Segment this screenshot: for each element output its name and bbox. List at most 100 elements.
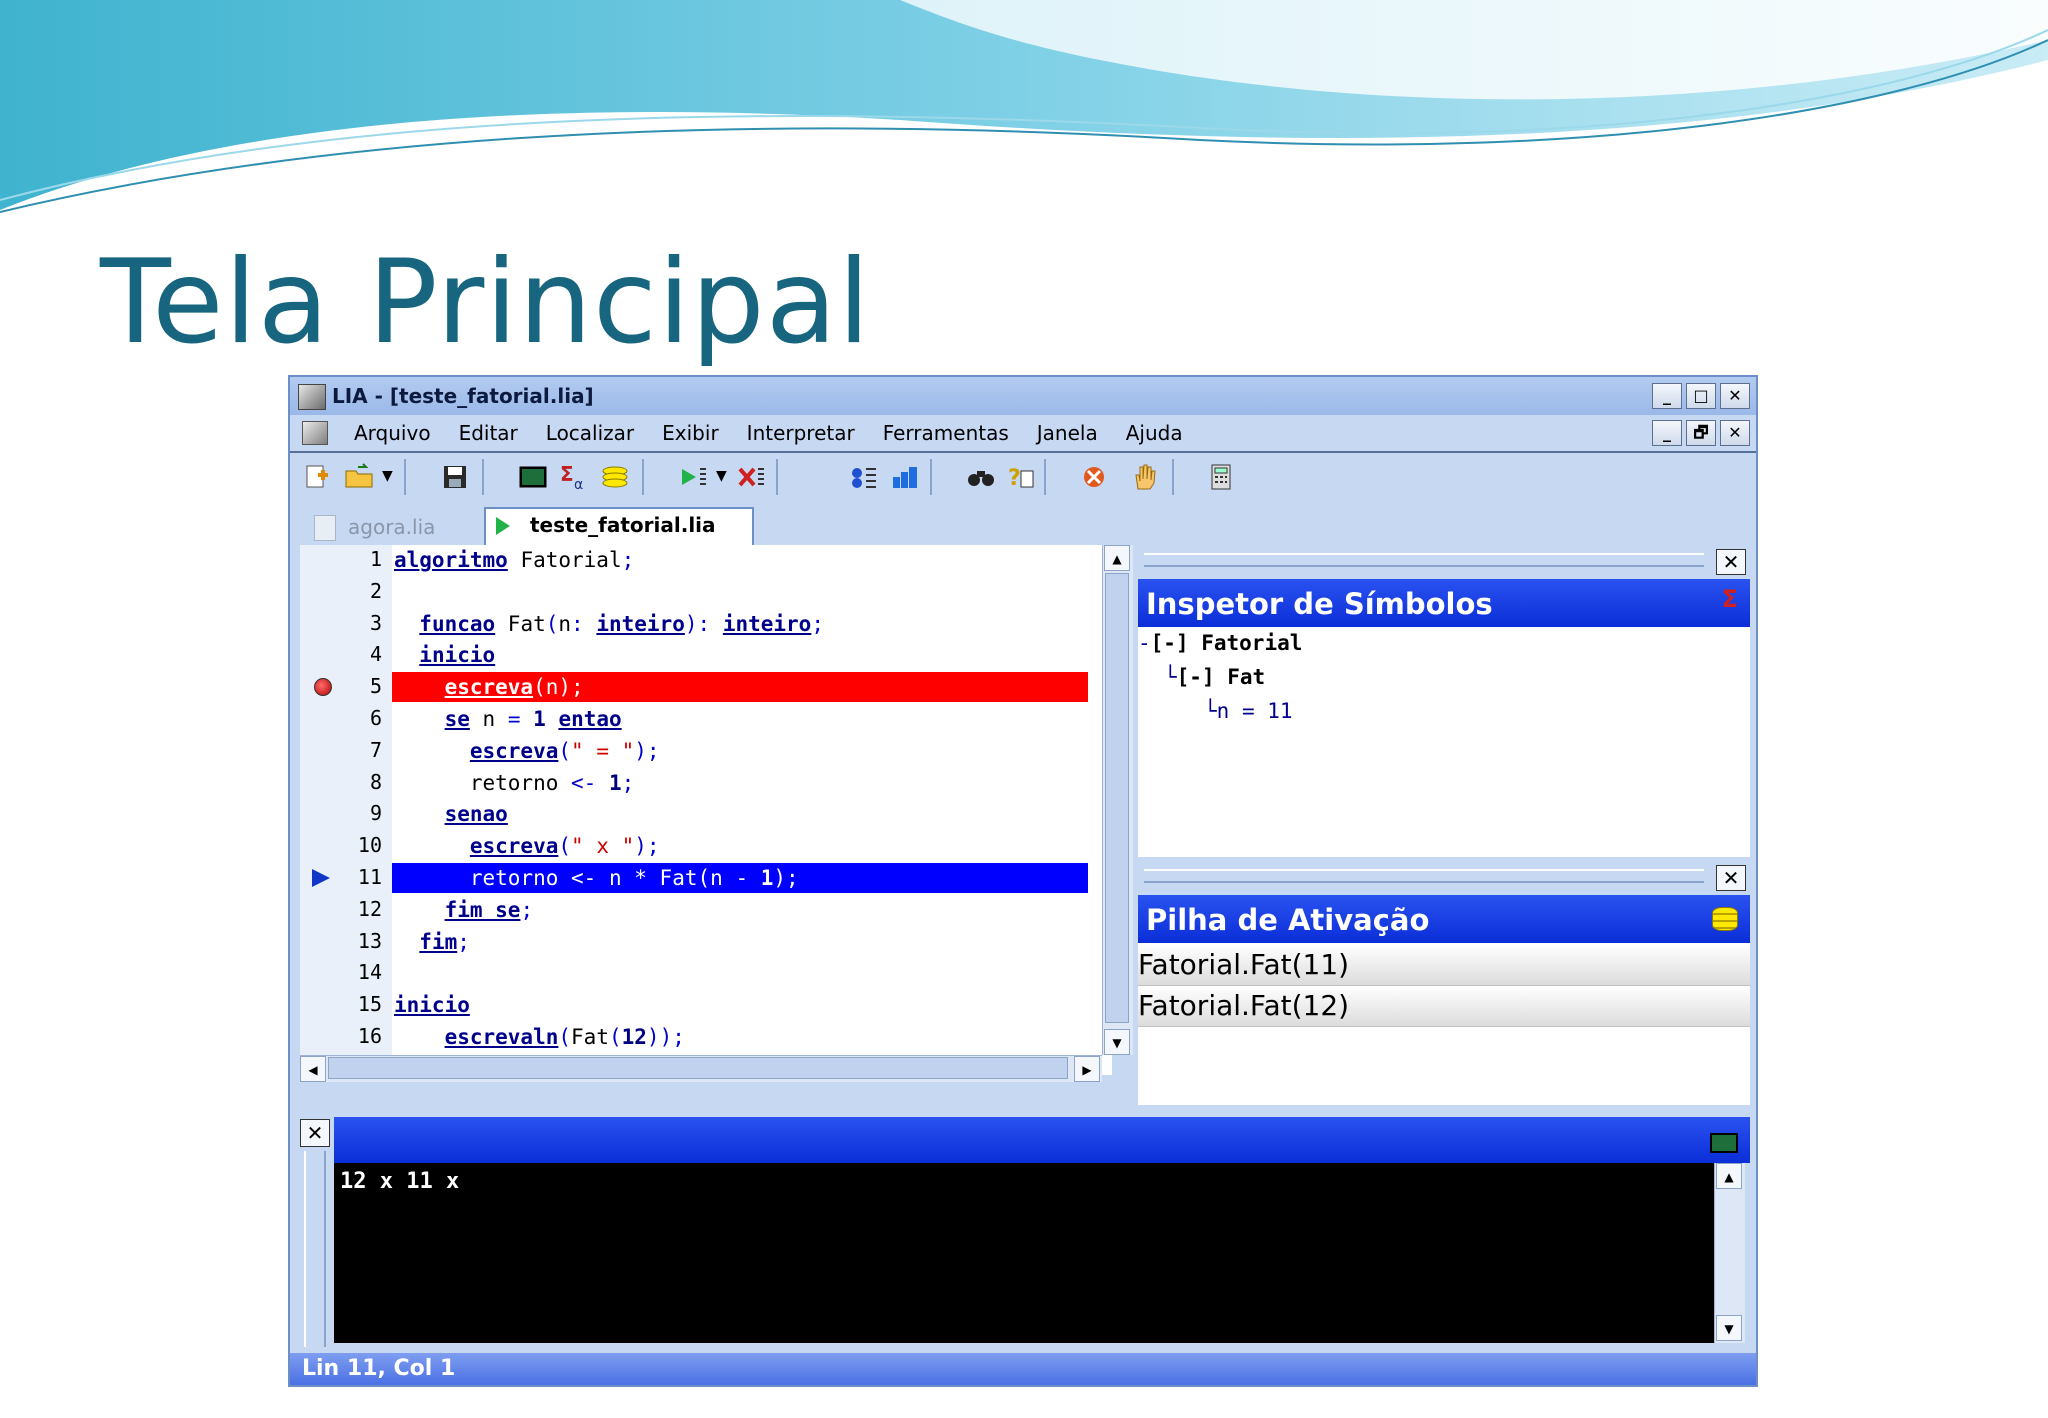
editor-horizontal-scrollbar[interactable]: ◀ ▶: [300, 1055, 1102, 1082]
code-line[interactable]: 4 inicio: [300, 640, 1092, 672]
code-editor[interactable]: 1 algoritmo Fatorial; 2 3 funcao Fat(n: int…: [300, 545, 1133, 1082]
line-number: 9: [369, 801, 382, 826]
code-line[interactable]: 5 escreva(n);: [300, 672, 1092, 704]
code-line[interactable]: 13 fim;: [300, 927, 1092, 959]
document-restore-button[interactable]: 🗗: [1686, 420, 1716, 446]
code-line[interactable]: 15 inicio: [300, 990, 1092, 1022]
code-line[interactable]: 7 escreva(" = ");: [300, 736, 1092, 768]
menu-items: Arquivo Editar Localizar Exibir Interpre…: [354, 421, 1211, 445]
code-text[interactable]: fim;: [392, 927, 1088, 957]
code-text[interactable]: algoritmo Fatorial;: [392, 545, 1088, 575]
code-text[interactable]: se n = 1 entao: [392, 704, 1088, 734]
code-line[interactable]: 11 retorno <- n * Fat(n - 1);: [300, 863, 1092, 895]
editor-vertical-scrollbar[interactable]: ▲ ▼: [1102, 545, 1133, 1055]
run-icon[interactable]: [678, 463, 708, 491]
console-vertical-scrollbar[interactable]: ▲ ▼: [1714, 1163, 1745, 1343]
menu-arquivo[interactable]: Arquivo: [354, 421, 431, 445]
code-line[interactable]: 16 escrevaln(Fat(12));: [300, 1022, 1092, 1054]
minimize-button[interactable]: _: [1652, 383, 1682, 409]
symbol-inspector-icon[interactable]: Σα: [558, 463, 588, 491]
document-close-button[interactable]: ✕: [1720, 420, 1750, 446]
line-number: 13: [357, 928, 382, 953]
code-text[interactable]: [392, 958, 1088, 988]
code-text[interactable]: [392, 577, 1088, 607]
maximize-button[interactable]: □: [1686, 383, 1716, 409]
scroll-thumb[interactable]: [1105, 573, 1129, 1023]
menu-exibir[interactable]: Exibir: [662, 421, 719, 445]
code-text[interactable]: retorno <- 1;: [392, 768, 1088, 798]
line-number: 2: [369, 578, 382, 603]
panel-grip[interactable]: ✕: [1138, 545, 1750, 579]
code-line[interactable]: 12 fim se;: [300, 895, 1092, 927]
code-line[interactable]: 10 escreva(" x ");: [300, 831, 1092, 863]
stack-frame[interactable]: Fatorial.Fat(12): [1138, 986, 1750, 1027]
scroll-thumb[interactable]: [328, 1057, 1068, 1079]
run-dropdown-icon[interactable]: ▼: [716, 468, 727, 484]
code-line[interactable]: 3 funcao Fat(n: inteiro): inteiro;: [300, 609, 1092, 641]
console-grip[interactable]: [304, 1151, 326, 1347]
tree-node-fatorial[interactable]: -[-] Fatorial: [1138, 631, 1302, 655]
stack-frame[interactable]: Fatorial.Fat(11): [1138, 945, 1750, 986]
menu-ferramentas[interactable]: Ferramentas: [883, 421, 1009, 445]
step-icon[interactable]: [848, 463, 878, 491]
close-icon[interactable]: ✕: [300, 1119, 330, 1147]
code-text[interactable]: escrevaln(Fat(12));: [392, 1022, 1088, 1052]
code-line[interactable]: 1 algoritmo Fatorial;: [300, 545, 1092, 577]
help-cursor-icon[interactable]: ?: [1006, 463, 1036, 491]
line-number: 16: [357, 1024, 382, 1048]
menu-janela[interactable]: Janela: [1037, 421, 1098, 445]
tree-node-fat[interactable]: └[-] Fat: [1164, 665, 1265, 689]
toolbar: ▼ Σα ▼ ?: [290, 451, 1756, 505]
activation-stack-icon[interactable]: [600, 463, 630, 491]
code-line[interactable]: 6 se n = 1 entao: [300, 704, 1092, 736]
code-text[interactable]: inicio: [392, 640, 1088, 670]
tab-teste-fatorial-lia[interactable]: teste_fatorial.lia: [484, 507, 754, 545]
close-button[interactable]: ✕: [1720, 383, 1750, 409]
scroll-down-icon[interactable]: ▼: [1716, 1315, 1742, 1341]
code-text[interactable]: escreva(" x ");: [392, 831, 1088, 861]
code-line[interactable]: 14: [300, 958, 1092, 990]
code-line[interactable]: 2: [300, 577, 1092, 609]
code-text[interactable]: retorno <- n * Fat(n - 1);: [392, 863, 1088, 893]
code-text[interactable]: escreva(n);: [392, 672, 1088, 703]
scroll-up-icon[interactable]: ▲: [1104, 545, 1130, 571]
document-minimize-button[interactable]: _: [1652, 420, 1682, 446]
document-menu-icon[interactable]: [302, 421, 328, 445]
close-icon[interactable]: ✕: [1716, 865, 1746, 891]
app-icon[interactable]: [298, 384, 326, 410]
title-bar[interactable]: LIA - [teste_fatorial.lia] _ □ ✕: [290, 377, 1756, 416]
code-text[interactable]: senao: [392, 799, 1088, 829]
scroll-down-icon[interactable]: ▼: [1104, 1029, 1130, 1055]
calculator-icon[interactable]: [1206, 463, 1236, 491]
hand-icon[interactable]: [1130, 463, 1160, 491]
code-text[interactable]: funcao Fat(n: inteiro): inteiro;: [392, 609, 1088, 639]
tree-node-n[interactable]: └n = 11: [1204, 699, 1293, 723]
close-icon[interactable]: ✕: [1716, 549, 1746, 575]
code-text[interactable]: fim se;: [392, 895, 1088, 925]
panel-grip[interactable]: ✕: [1138, 861, 1750, 895]
console-icon[interactable]: [518, 463, 548, 491]
code-text[interactable]: escreva(" = ");: [392, 736, 1088, 766]
tab-agora-lia[interactable]: agora.lia: [300, 507, 480, 545]
scroll-right-icon[interactable]: ▶: [1074, 1056, 1100, 1082]
clear-breakpoints-icon[interactable]: [1080, 463, 1110, 491]
menu-editar[interactable]: Editar: [459, 421, 518, 445]
line-number: 14: [357, 960, 382, 985]
find-icon[interactable]: [966, 463, 996, 491]
console-output[interactable]: 12 x 11 x: [334, 1163, 1714, 1343]
menu-ajuda[interactable]: Ajuda: [1126, 421, 1183, 445]
chart-icon[interactable]: [890, 463, 920, 491]
new-file-icon[interactable]: [302, 463, 332, 491]
save-icon[interactable]: [440, 463, 470, 491]
open-folder-icon[interactable]: [344, 463, 374, 491]
open-dropdown-icon[interactable]: ▼: [382, 468, 393, 484]
scroll-left-icon[interactable]: ◀: [300, 1056, 326, 1082]
code-line[interactable]: 8 retorno <- 1;: [300, 768, 1092, 800]
running-document-icon: [496, 517, 510, 535]
menu-localizar[interactable]: Localizar: [546, 421, 634, 445]
menu-interpretar[interactable]: Interpretar: [747, 421, 855, 445]
code-text[interactable]: inicio: [392, 990, 1088, 1020]
scroll-up-icon[interactable]: ▲: [1716, 1163, 1742, 1189]
stop-icon[interactable]: [736, 463, 766, 491]
code-line[interactable]: 9 senao: [300, 799, 1092, 831]
